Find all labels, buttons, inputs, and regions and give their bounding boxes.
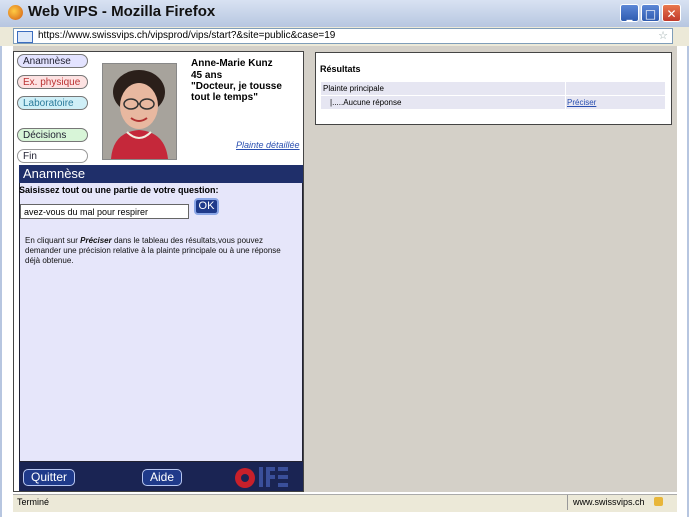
status-text: Terminé bbox=[17, 497, 50, 507]
plainte-detaillee-link[interactable]: Plainte détaillée bbox=[236, 140, 300, 150]
status-divider bbox=[567, 495, 568, 510]
nav-fin-consultation[interactable]: Fin consultation bbox=[17, 149, 88, 176]
results-title: Résultats bbox=[320, 64, 361, 74]
status-domain: www.swissvips.ch bbox=[573, 497, 645, 507]
ok-button[interactable]: OK bbox=[194, 198, 219, 215]
preciser-link[interactable]: Préciser bbox=[567, 98, 596, 107]
page-icon bbox=[17, 31, 33, 43]
nav-anamnese[interactable]: Anamnèse bbox=[17, 54, 88, 68]
lock-icon bbox=[654, 497, 663, 506]
quit-button[interactable]: Quitter bbox=[23, 469, 75, 486]
help-button[interactable]: Aide bbox=[142, 469, 182, 486]
window-titlebar: Web VIPS - Mozilla Firefox _ □ ✕ bbox=[0, 0, 689, 28]
maximize-button[interactable]: □ bbox=[641, 4, 660, 22]
vips-logo bbox=[233, 463, 293, 491]
question-label: Saisissez tout ou une partie de votre qu… bbox=[19, 185, 219, 195]
window-title: Web VIPS - Mozilla Firefox bbox=[28, 3, 216, 20]
help-text: En cliquant sur Préciser dans le tableau… bbox=[25, 236, 297, 266]
nav-laboratoire[interactable]: Laboratoire bbox=[17, 96, 88, 110]
close-button[interactable]: ✕ bbox=[662, 4, 681, 22]
column-divider bbox=[565, 82, 566, 109]
window-border-left bbox=[0, 27, 2, 517]
minimize-button[interactable]: _ bbox=[620, 4, 639, 22]
help-text-emphasis: Préciser bbox=[80, 236, 112, 245]
patient-photo bbox=[102, 63, 177, 160]
firefox-icon bbox=[8, 5, 23, 20]
url-field[interactable]: https://www.swissvips.ch/vipsprod/vips/s… bbox=[13, 28, 673, 44]
url-text: https://www.swissvips.ch/vipsprod/vips/s… bbox=[38, 30, 336, 41]
address-bar: https://www.swissvips.ch/vipsprod/vips/s… bbox=[0, 27, 689, 46]
bookmark-star-icon[interactable]: ☆ bbox=[658, 29, 668, 42]
patient-age: 45 ans bbox=[191, 70, 223, 81]
patient-name: Anne-Marie Kunz bbox=[191, 58, 273, 69]
result-label: |.....Aucune réponse bbox=[330, 98, 402, 107]
nav-decisions[interactable]: Décisions bbox=[17, 128, 88, 142]
question-input[interactable]: avez-vous du mal pour respirer bbox=[20, 204, 189, 219]
patient-portrait bbox=[103, 64, 176, 159]
help-text-prefix: En cliquant sur bbox=[25, 236, 81, 245]
result-label: Plainte principale bbox=[323, 84, 384, 93]
patient-quote: "Docteur, je tousse tout le temps" bbox=[191, 81, 282, 103]
nav-examen-physique[interactable]: Ex. physique bbox=[17, 75, 88, 89]
anamnese-header: Anamnèse bbox=[19, 165, 303, 183]
